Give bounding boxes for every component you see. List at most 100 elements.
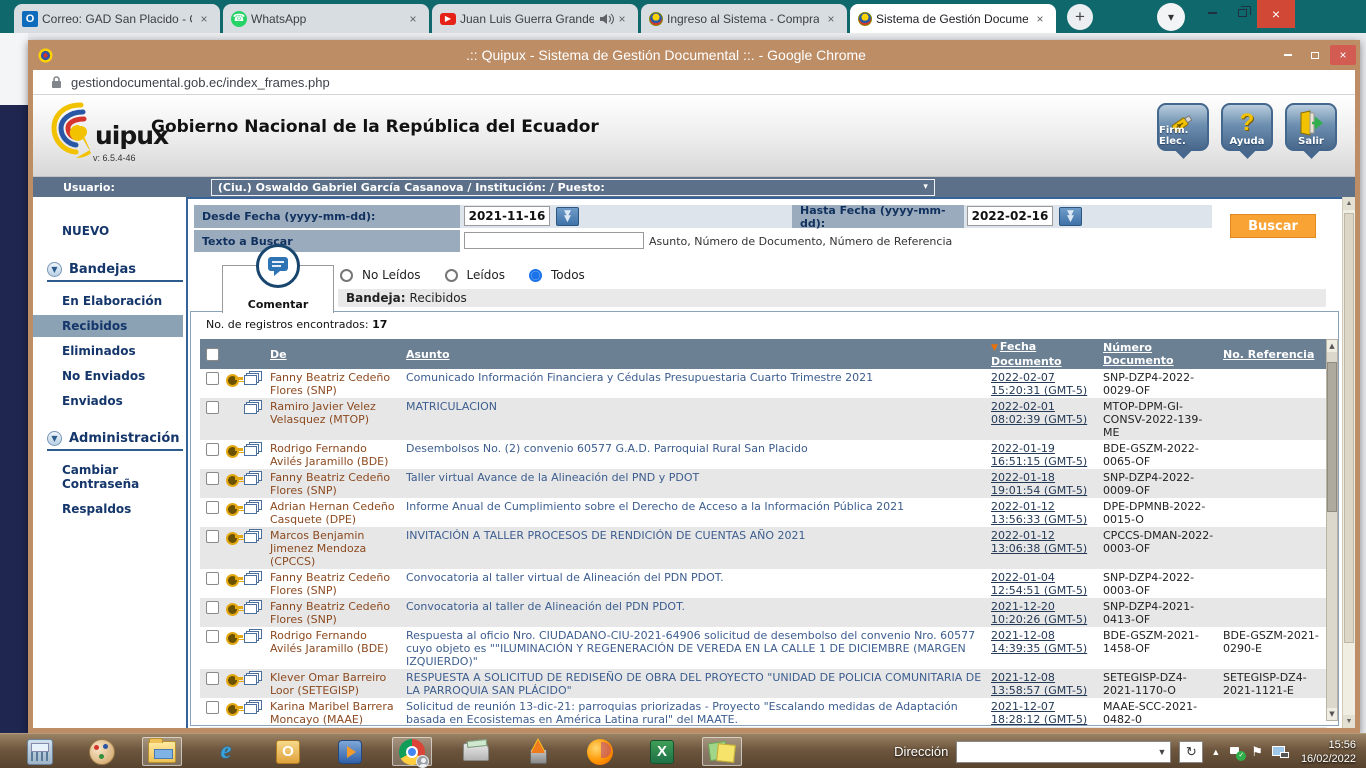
subject[interactable]: RESPUESTA A SOLICITUD DE REDISEÑO DE OBR… <box>402 670 987 698</box>
tab-whatsapp[interactable]: ☎ WhatsApp × <box>223 4 429 33</box>
radio-leidos[interactable] <box>445 269 458 282</box>
documents-stack-icon[interactable] <box>244 671 263 686</box>
popup-minimize-button[interactable] <box>1276 45 1300 65</box>
tab-search-chevron-icon[interactable]: ▾ <box>1157 3 1185 31</box>
calendar-button[interactable]: ▼▼ <box>556 207 579 226</box>
scrollbar-thumb[interactable] <box>1327 362 1337 512</box>
date-link[interactable]: 2021-12-08 14:39:35 (GMT-5) <box>991 629 1087 655</box>
sidebar-item-recibidos[interactable]: Recibidos <box>33 315 183 337</box>
header-fecha[interactable]: ▼Fecha Documento <box>987 339 1099 369</box>
documents-stack-icon[interactable] <box>244 529 263 544</box>
row-checkbox[interactable] <box>206 630 219 643</box>
documents-stack-icon[interactable] <box>244 442 263 457</box>
subject[interactable]: Desembolsos No. (2) convenio 60577 G.A.D… <box>402 441 987 456</box>
sidebar-section-bandejas[interactable]: ▼ Bandejas <box>47 262 183 282</box>
texto-buscar-input[interactable] <box>464 232 644 249</box>
firefox-icon[interactable] <box>580 737 620 766</box>
scroll-up-icon[interactable]: ▲ <box>1343 197 1355 210</box>
sidebar-item-nuevo[interactable]: NUEVO <box>62 224 186 238</box>
documents-stack-icon[interactable] <box>244 471 263 486</box>
minimize-button[interactable] <box>1197 0 1227 26</box>
documents-stack-icon[interactable] <box>244 571 263 586</box>
subject[interactable]: Convocatoria al taller virtual de Alinea… <box>402 570 987 585</box>
sidebar-section-administracion[interactable]: ▼ Administración <box>47 431 183 451</box>
direccion-input[interactable]: ▼ <box>956 741 1171 763</box>
tab-compras-publicas[interactable]: Ingreso al Sistema - Compras P × <box>641 4 847 33</box>
tab-close-icon[interactable]: × <box>196 11 212 27</box>
scroll-up-icon[interactable]: ▲ <box>1327 340 1337 352</box>
chevron-down-icon[interactable]: ▼ <box>47 431 62 446</box>
tab-close-icon[interactable]: × <box>1032 11 1048 27</box>
tab-outlook[interactable]: O Correo: GAD San Placido - Out × <box>14 4 220 33</box>
sidebar-item-respaldos[interactable]: Respaldos <box>33 498 186 520</box>
sticky-notes-icon[interactable] <box>702 737 742 766</box>
date-link[interactable]: 2022-01-18 19:01:54 (GMT-5) <box>991 471 1087 497</box>
flag-icon[interactable]: ⚑ <box>1251 744 1263 760</box>
subject[interactable]: Convocatoria al taller de Alineación del… <box>402 599 987 614</box>
radio-label[interactable]: Todos <box>551 268 585 282</box>
row-checkbox[interactable] <box>206 401 219 414</box>
close-button[interactable]: × <box>1257 0 1295 28</box>
tab-youtube[interactable]: ▶ Juan Luis Guerra Grande M × <box>432 4 638 33</box>
desde-fecha-input[interactable]: 2021-11-16 <box>464 206 550 226</box>
tab-close-icon[interactable]: × <box>614 11 630 27</box>
popup-maximize-button[interactable] <box>1303 45 1327 65</box>
row-checkbox[interactable] <box>206 472 219 485</box>
subject[interactable]: Respuesta al oficio Nro. CIUDADANO-CIU-2… <box>402 628 987 669</box>
date-link[interactable]: 2022-02-01 08:02:39 (GMT-5) <box>991 400 1087 426</box>
subject[interactable]: Solicitud de reunión 13-dic-21: parroqui… <box>402 699 987 727</box>
row-checkbox[interactable] <box>206 701 219 714</box>
comentar-button[interactable]: Comentar <box>222 265 334 313</box>
popup-close-button[interactable]: × <box>1330 45 1356 65</box>
header-referencia[interactable]: No. Referencia <box>1219 347 1327 362</box>
paint-icon[interactable] <box>82 737 122 766</box>
chevron-down-icon[interactable]: ▼ <box>47 262 62 277</box>
calculator-icon[interactable] <box>20 737 60 766</box>
sidebar-item-eliminados[interactable]: Eliminados <box>33 340 186 362</box>
network-icon[interactable] <box>1271 745 1287 758</box>
header-asunto[interactable]: Asunto <box>402 347 987 362</box>
date-link[interactable]: 2022-02-07 15:20:31 (GMT-5) <box>991 371 1087 397</box>
documents-stack-icon[interactable] <box>244 400 263 415</box>
file-explorer-icon[interactable] <box>142 737 182 766</box>
outlook-icon[interactable]: O <box>268 737 308 766</box>
calendar-button[interactable]: ▼▼ <box>1059 207 1082 226</box>
date-link[interactable]: 2021-12-07 18:28:12 (GMT-5) <box>991 700 1087 726</box>
row-checkbox[interactable] <box>206 572 219 585</box>
sidebar-item-en-elaboracion[interactable]: En Elaboración <box>33 290 186 312</box>
chevron-down-icon[interactable]: ▼ <box>1157 747 1166 757</box>
sidebar-item-no-enviados[interactable]: No Enviados <box>33 365 186 387</box>
refresh-button[interactable]: ↻ <box>1179 741 1203 763</box>
documents-stack-icon[interactable] <box>244 371 263 386</box>
documents-stack-icon[interactable] <box>244 500 263 515</box>
row-checkbox[interactable] <box>206 501 219 514</box>
subject[interactable]: Comunicado Información Financiera y Cédu… <box>402 370 987 385</box>
date-link[interactable]: 2022-01-04 12:54:51 (GMT-5) <box>991 571 1087 597</box>
tab-close-icon[interactable]: × <box>405 11 421 27</box>
row-checkbox[interactable] <box>206 672 219 685</box>
radio-no-leidos[interactable] <box>340 269 353 282</box>
firma-electronica-button[interactable]: Firm. Elec. <box>1157 103 1209 151</box>
row-checkbox[interactable] <box>206 601 219 614</box>
select-all-checkbox[interactable] <box>206 348 219 361</box>
scroll-down-icon[interactable]: ▼ <box>1343 715 1355 728</box>
date-link[interactable]: 2022-01-19 16:51:15 (GMT-5) <box>991 442 1087 468</box>
sidebar-item-cambiar-contrasena[interactable]: Cambiar Contraseña <box>33 459 186 495</box>
sidebar-item-enviados[interactable]: Enviados <box>33 390 186 412</box>
excel-icon[interactable]: X <box>642 737 682 766</box>
clock[interactable]: 15:56 16/02/2022 <box>1301 738 1356 766</box>
date-link[interactable]: 2021-12-08 13:58:57 (GMT-5) <box>991 671 1087 697</box>
subject[interactable]: INVITACIÓN A TALLER PROCESOS DE RENDICIÓ… <box>402 528 987 543</box>
url-bar[interactable]: gestiondocumental.gob.ec/index_frames.ph… <box>33 70 1355 95</box>
documents-stack-icon[interactable] <box>244 700 263 715</box>
row-checkbox[interactable] <box>206 530 219 543</box>
tab-close-icon[interactable]: × <box>823 11 839 27</box>
subject[interactable]: MATRICULACION <box>402 399 987 414</box>
radio-todos[interactable] <box>529 269 542 282</box>
tab-quipux-active[interactable]: Sistema de Gestión Document × <box>850 4 1056 33</box>
internet-explorer-icon[interactable]: e <box>206 737 246 766</box>
scrollbar-thumb[interactable] <box>1344 213 1354 643</box>
chrome-icon[interactable] <box>392 737 432 766</box>
scroll-down-icon[interactable]: ▼ <box>1327 708 1337 720</box>
restore-button[interactable] <box>1227 0 1257 26</box>
